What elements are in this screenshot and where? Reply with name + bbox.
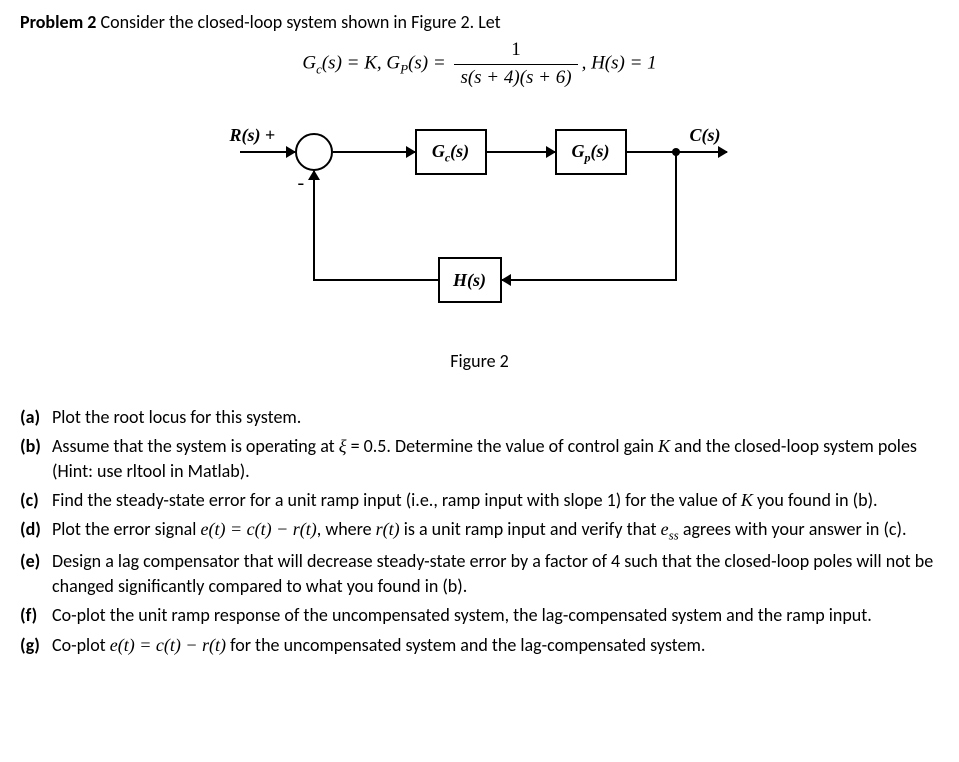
part-e-label: (e) bbox=[20, 549, 52, 599]
part-d-text: Plot the error signal e(t) = c(t) − r(t)… bbox=[52, 517, 939, 545]
block-diagram: R(s) + - Gc(s) Gp(s) C(s) H(s) bbox=[200, 121, 760, 374]
part-c-text: Find the steady-state error for a unit r… bbox=[52, 488, 939, 513]
gp-block: Gp(s) bbox=[555, 129, 627, 175]
part-b-text: Assume that the system is operating at ξ… bbox=[52, 434, 939, 484]
part-a-text: Plot the root locus for this system. bbox=[52, 405, 939, 430]
part-d: (d) Plot the error signal e(t) = c(t) − … bbox=[20, 517, 939, 545]
part-f-label: (f) bbox=[20, 603, 52, 628]
eq-text1: (s) = K, G bbox=[322, 53, 400, 74]
part-c: (c) Find the steady-state error for a un… bbox=[20, 488, 939, 513]
part-d-label: (d) bbox=[20, 517, 52, 545]
line-h-to-left bbox=[313, 279, 438, 281]
eq-gp-sub: P bbox=[400, 61, 408, 76]
eq-text3: , H(s) = 1 bbox=[582, 53, 657, 74]
part-e: (e) Design a lag compensator that will d… bbox=[20, 549, 939, 599]
part-f: (f) Co-plot the unit ramp response of th… bbox=[20, 603, 939, 628]
part-a: (a) Plot the root locus for this system. bbox=[20, 405, 939, 430]
figure-caption: Figure 2 bbox=[200, 349, 760, 374]
c-signal-label: C(s) bbox=[690, 123, 721, 148]
line-feedback-up bbox=[313, 171, 315, 281]
part-c-label: (c) bbox=[20, 488, 52, 513]
part-g-text: Co-plot e(t) = c(t) − r(t) for the uncom… bbox=[52, 633, 939, 658]
numerator: 1 bbox=[454, 37, 577, 65]
line-feedback-to-h bbox=[502, 279, 677, 281]
line-r-to-sum bbox=[240, 151, 295, 153]
equation-row: Gc(s) = K, GP(s) = 1s(s + 4)(s + 6), H(s… bbox=[20, 37, 939, 91]
h-block: H(s) bbox=[438, 257, 502, 303]
problem-header: Problem 2 Consider the closed-loop syste… bbox=[20, 10, 939, 35]
summer-junction bbox=[295, 133, 333, 171]
problem-intro: Consider the closed-loop system shown in… bbox=[101, 11, 501, 33]
eq-text2: (s) = bbox=[408, 53, 450, 74]
r-signal-label: R(s) + bbox=[230, 123, 276, 148]
part-b-label: (b) bbox=[20, 434, 52, 484]
part-f-text: Co-plot the unit ramp response of the un… bbox=[52, 603, 939, 628]
part-g: (g) Co-plot e(t) = c(t) − r(t) for the u… bbox=[20, 633, 939, 658]
gc-block: Gc(s) bbox=[415, 129, 487, 175]
part-g-label: (g) bbox=[20, 633, 52, 658]
problem-label: Problem 2 bbox=[20, 11, 96, 33]
denominator: s(s + 4)(s + 6) bbox=[454, 65, 577, 92]
part-a-label: (a) bbox=[20, 405, 52, 430]
line-sum-to-gc bbox=[333, 151, 415, 153]
part-e-text: Design a lag compensator that will decre… bbox=[52, 549, 939, 599]
minus-sign: - bbox=[298, 169, 305, 197]
parts-list: (a) Plot the root locus for this system.… bbox=[20, 405, 939, 658]
fraction: 1s(s + 4)(s + 6) bbox=[454, 37, 577, 91]
line-gc-to-gp bbox=[487, 151, 555, 153]
eq-gc-g: G bbox=[302, 53, 316, 74]
line-feedback-down bbox=[675, 151, 677, 281]
part-b: (b) Assume that the system is operating … bbox=[20, 434, 939, 484]
